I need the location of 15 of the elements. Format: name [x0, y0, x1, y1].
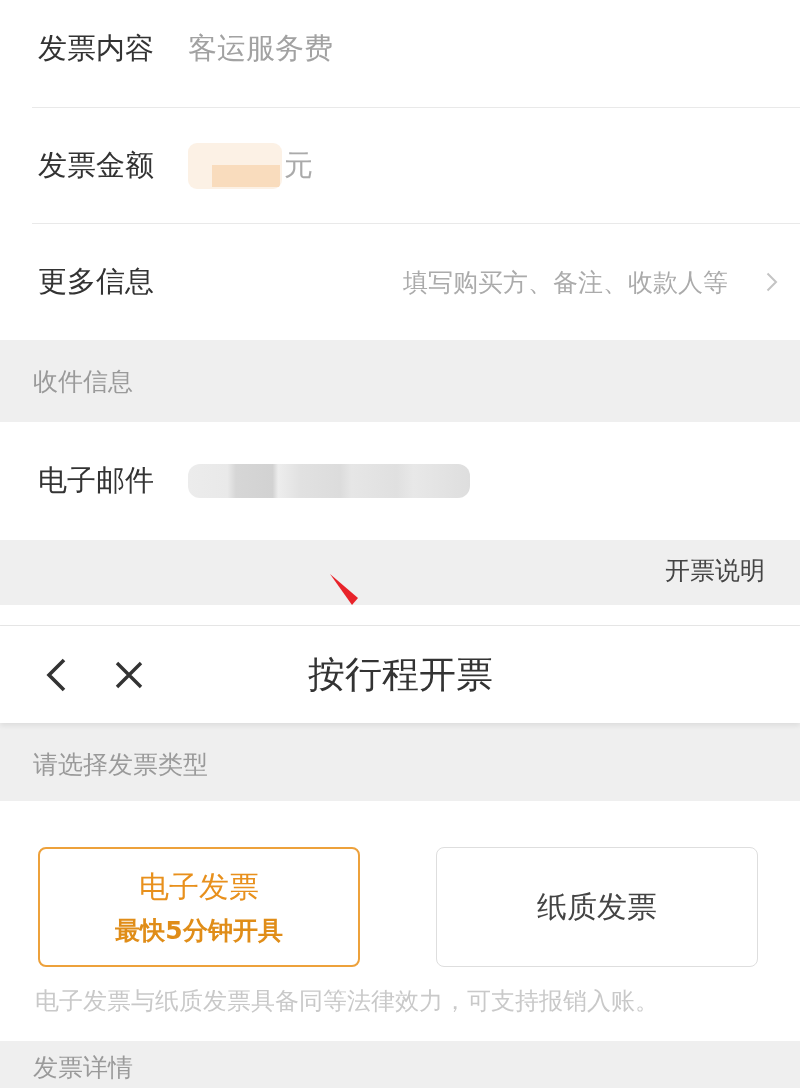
- annotation-arrow: [330, 574, 358, 605]
- field-label: 发票内容: [38, 29, 155, 67]
- section-title: 收件信息: [33, 365, 133, 398]
- section-title: 请选择发票类型: [33, 748, 208, 781]
- close-icon[interactable]: [115, 660, 143, 689]
- section-title: 发票详情: [33, 1052, 133, 1084]
- page-title: 按行程开票: [307, 651, 493, 698]
- field-value: 客运服务费: [188, 29, 333, 67]
- invoice-type-option[interactable]: 纸质发票: [436, 847, 758, 967]
- field-label: 发票金额: [38, 146, 155, 184]
- field-label: 电子邮件: [38, 462, 155, 499]
- invoice-notes-link[interactable]: 开票说明: [665, 554, 765, 587]
- currency-unit: 元: [284, 146, 313, 184]
- back-icon[interactable]: [45, 657, 67, 692]
- field-label: 更多信息: [38, 263, 155, 300]
